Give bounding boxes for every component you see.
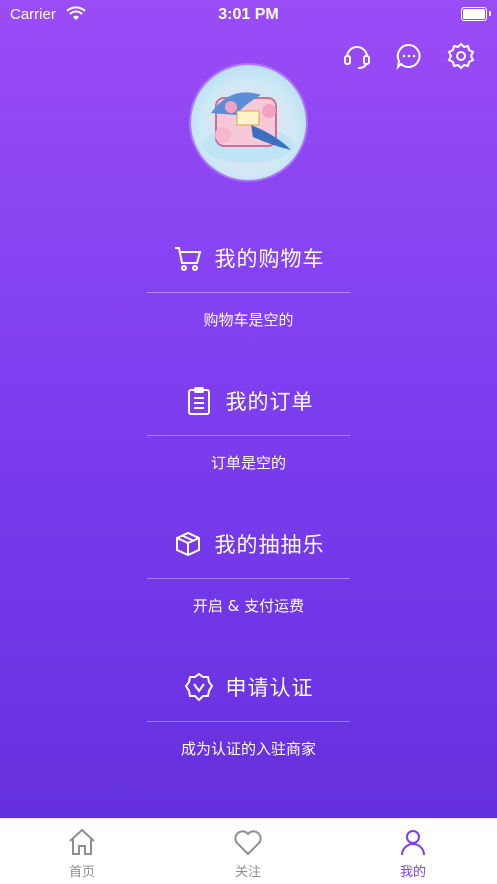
clipboard-icon (187, 387, 210, 415)
lottery-section[interactable]: 我的抽抽乐 开启 & 支付运费 (147, 524, 350, 616)
divider (147, 435, 350, 436)
divider (147, 721, 350, 722)
cart-section-header[interactable]: 我的购物车 (147, 238, 350, 278)
customer-service-icon[interactable] (341, 40, 373, 72)
certification-subtitle: 成为认证的入驻商家 (180, 740, 316, 758)
status-time: 3:01 PM (218, 6, 279, 23)
divider (147, 578, 350, 579)
heart-icon (234, 830, 262, 856)
box-icon (175, 531, 200, 557)
lottery-title: 我的抽抽乐 (214, 533, 325, 557)
avatar-illustration (203, 92, 293, 163)
tab-mine[interactable]: 我的 (353, 825, 473, 880)
battery-icon (461, 7, 487, 21)
status-bar: Carrier 3:01 PM (0, 0, 497, 30)
cart-icon (174, 247, 201, 271)
tab-home[interactable]: 首页 (22, 825, 142, 880)
cart-subtitle: 购物车是空的 (203, 311, 294, 329)
orders-title: 我的订单 (225, 390, 314, 414)
battery-tip (489, 11, 491, 16)
profile-screen: Carrier 3:01 PM 我的购物车 购物车是空的 我的订单 订单是空的 … (0, 0, 497, 818)
certification-title: 申请认证 (225, 676, 314, 700)
cart-section[interactable]: 我的购物车 购物车是空的 (147, 238, 350, 330)
tab-mine-label: 我的 (399, 865, 426, 880)
header-actions (341, 40, 477, 72)
settings-icon[interactable] (445, 40, 477, 72)
lottery-subtitle: 开启 & 支付运费 (192, 597, 305, 615)
orders-subtitle: 订单是空的 (210, 454, 286, 472)
lottery-section-header[interactable]: 我的抽抽乐 (147, 524, 350, 564)
certification-section[interactable]: 申请认证 成为认证的入驻商家 (147, 667, 350, 759)
tab-follow[interactable]: 关注 (188, 825, 308, 880)
person-icon (401, 830, 425, 856)
home-icon (69, 828, 95, 855)
badge-icon (184, 672, 213, 702)
tab-follow-label: 关注 (234, 865, 261, 880)
divider (147, 292, 350, 293)
orders-section[interactable]: 我的订单 订单是空的 (147, 381, 350, 473)
message-icon[interactable] (393, 40, 425, 72)
avatar[interactable] (191, 65, 306, 180)
tab-bar: 首页 关注 我的 (0, 818, 497, 884)
tab-home-label: 首页 (68, 865, 95, 880)
orders-section-header[interactable]: 我的订单 (147, 381, 350, 421)
certification-section-header[interactable]: 申请认证 (147, 667, 350, 707)
cart-title: 我的购物车 (214, 247, 325, 271)
